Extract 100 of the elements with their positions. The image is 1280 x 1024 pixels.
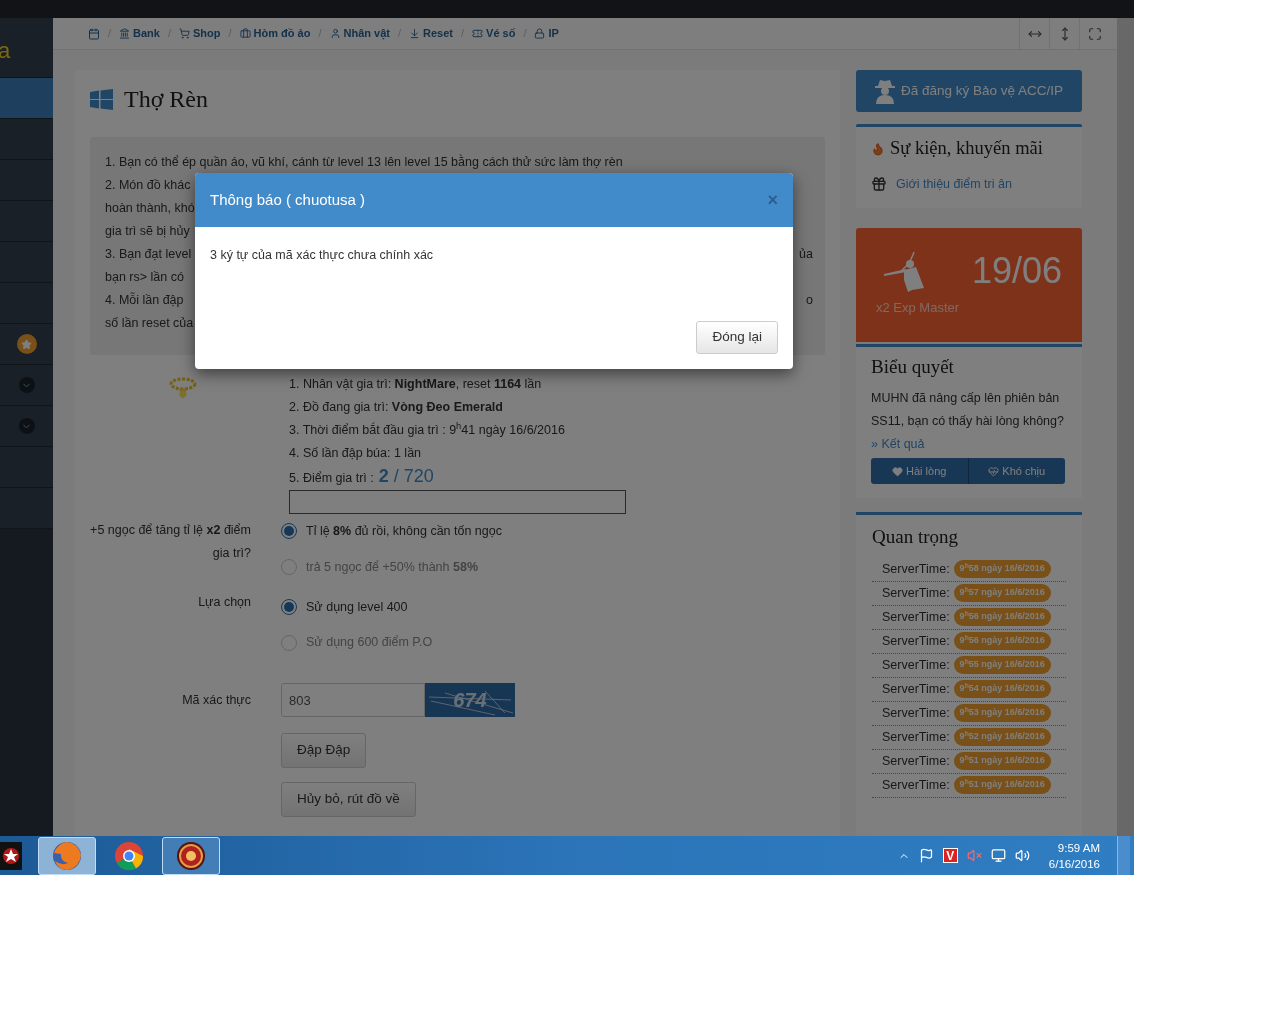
breadcrumb-link[interactable]: IP xyxy=(534,25,559,42)
chevron-down-icon xyxy=(18,377,35,393)
server-time-label: ServerTime: xyxy=(882,752,950,770)
rule-text: o xyxy=(806,292,813,309)
start-button[interactable] xyxy=(0,841,22,870)
time-badge: 9$^{h}$57 ngày 16/6/2016 xyxy=(953,584,1051,602)
protect-button[interactable]: Đã đăng ký Bảo vệ ACC/IP xyxy=(856,70,1082,112)
rule-text: hoàn thành, khó xyxy=(105,200,195,217)
server-time-label: ServerTime: xyxy=(882,728,950,746)
detail-line: 5. Điểm gia trì : xyxy=(289,470,374,487)
show-desktop-button[interactable] xyxy=(1117,836,1130,875)
download-icon xyxy=(409,28,421,39)
lock-icon xyxy=(534,28,546,39)
time-badge: 9$^{h}$53 ngày 16/6/2016 xyxy=(953,704,1051,722)
tray-icon[interactable]: V xyxy=(942,848,958,863)
option-label: +5 ngọc để tăng tỉ lệ x2 điểm gia trì? xyxy=(90,522,251,562)
option-text: Sử dụng level 400 xyxy=(306,598,408,616)
close-button[interactable]: × xyxy=(767,191,778,209)
rule-text: 3. Bạn đạt level xyxy=(105,246,192,263)
radio-button[interactable] xyxy=(281,523,297,540)
heart-icon xyxy=(892,465,904,477)
clock-date: 6/16/2016 xyxy=(1048,856,1100,872)
page-title: Thợ Rèn xyxy=(124,85,208,114)
events-link[interactable]: Giới thiệu điểm tri ân xyxy=(896,174,1012,194)
server-time-label: ServerTime: xyxy=(882,656,950,674)
hat-figure-icon xyxy=(874,78,896,104)
time-badge: 9$^{h}$56 ngày 16/6/2016 xyxy=(953,608,1051,626)
cart-icon xyxy=(179,28,191,39)
promo-caption: x2 Exp Master xyxy=(876,298,961,317)
option-text: trả 5 ngọc để +50% thành 58% xyxy=(306,558,479,576)
detail-line: 2. Đồ đang gia trì: Vòng Đeo Emerald xyxy=(289,399,504,416)
breadcrumb-separator: / xyxy=(108,26,112,42)
breadcrumb-link[interactable]: Bank xyxy=(119,25,160,42)
rule-text: gia trì sẽ bị hủy xyxy=(105,223,190,240)
score-value: 2 xyxy=(378,465,389,488)
breadcrumb-link[interactable]: Shop xyxy=(179,25,221,42)
option-text: Tỉ lệ 8% đủ rồi, không cần tốn ngọc xyxy=(306,523,502,540)
dialog-message: 3 ký tự của mã xác thực chưa chính xác xyxy=(209,247,435,264)
ticket-icon xyxy=(472,28,484,39)
network-icon[interactable] xyxy=(990,848,1006,863)
option-label: Lựa chọn xyxy=(197,593,251,611)
volume-icon[interactable] xyxy=(1014,848,1030,863)
windows-icon xyxy=(90,88,113,110)
action-button[interactable]: Hủy bỏ, rút đồ về xyxy=(281,782,416,817)
rule-text: bạn rs> lần có xyxy=(105,269,184,286)
breadcrumb-link[interactable]: Nhân vật xyxy=(329,25,390,42)
promo-date: 19/06 xyxy=(971,252,1062,289)
breadcrumb-link[interactable]: Hòm đồ ảo xyxy=(239,25,311,42)
breadcrumb-link[interactable]: Vé số xyxy=(472,25,516,42)
breadcrumb-separator: / xyxy=(318,26,322,42)
breadcrumb-separator: / xyxy=(523,26,527,42)
panel-title: Sự kiện, khuyến mãi xyxy=(890,137,1043,160)
time-badge: 9$^{h}$51 ngày 16/6/2016 xyxy=(953,752,1051,770)
server-time-label: ServerTime: xyxy=(882,560,950,578)
taskbar-app[interactable] xyxy=(162,836,220,875)
time-badge: 9$^{h}$51 ngày 16/6/2016 xyxy=(953,776,1051,794)
detail-line: 1. Nhân vật gia trì: NightMare, reset 1164 lần xyxy=(289,376,543,393)
clock-time: 9:59 AM xyxy=(1057,840,1100,856)
breadcrumb-separator: / xyxy=(461,26,465,42)
rule-text: ủa xyxy=(799,246,813,263)
detail-line: 4. Số lần đập búa: 1 lần xyxy=(289,445,423,462)
poll-option-button[interactable]: Hài lòng xyxy=(871,458,969,484)
sidebar-item[interactable] xyxy=(0,324,53,365)
server-time-label: ServerTime: xyxy=(882,680,950,698)
breadcrumb-link[interactable]: Reset xyxy=(409,25,453,42)
score-total: / 720 xyxy=(393,465,434,488)
time-badge: 9$^{h}$58 ngày 16/6/2016 xyxy=(953,560,1051,578)
fullscreen-icon[interactable] xyxy=(1087,26,1102,41)
panel-title: Quan trọng xyxy=(872,525,959,549)
radio-button[interactable] xyxy=(281,598,297,615)
time-badge: 9$^{h}$54 ngày 16/6/2016 xyxy=(953,680,1051,698)
time-badge: 9$^{h}$55 ngày 16/6/2016 xyxy=(953,656,1051,674)
server-time-label: ServerTime: xyxy=(882,776,950,794)
flag-icon[interactable] xyxy=(918,848,934,863)
captcha-label: Mã xác thực xyxy=(181,692,251,709)
rule-text: 4. Mỗi lần đập xyxy=(105,291,184,309)
poll-question: MUHN đã nâng cấp lên phiên bản SS11, bạn có thấy hài lòng không? » Kết quả xyxy=(871,390,1065,453)
poll-option-button[interactable]: Khó chịu xyxy=(968,458,1065,484)
server-time-label: ServerTime: xyxy=(882,608,950,626)
sidebar-item[interactable] xyxy=(0,78,53,119)
option-text: Sử dụng 600 điểm P.O xyxy=(306,634,433,652)
browser-icon xyxy=(114,840,144,871)
muted-speaker-icon[interactable] xyxy=(966,848,982,863)
panel-title: Biểu quyết xyxy=(871,354,955,379)
server-time-label: ServerTime: xyxy=(882,632,950,650)
captcha-input[interactable]: 803 xyxy=(281,683,425,717)
gift-icon xyxy=(871,176,887,193)
breadcrumb-separator: / xyxy=(397,26,402,42)
breadcrumb-separator: / xyxy=(228,26,232,42)
time-badge: 9$^{h}$52 ngày 16/6/2016 xyxy=(953,728,1051,746)
rule-text: 1. Bạn có thể ép quần áo, vũ khí, cánh từ level 13 lên level 15 bằng cách thử sức làm thợ rèn xyxy=(105,153,623,171)
close-dialog-button[interactable]: Đóng lại xyxy=(696,321,778,354)
calendar-icon[interactable] xyxy=(88,27,100,40)
results-link[interactable]: » Kết quả xyxy=(871,437,925,451)
time-badge: 9$^{h}$56 ngày 16/6/2016 xyxy=(953,632,1051,650)
taskbar-app[interactable] xyxy=(38,836,96,875)
dialog-title: Thông báo ( chuotusa ) xyxy=(210,189,366,210)
breadcrumb-separator: / xyxy=(167,26,172,42)
action-button[interactable]: Đập Đập xyxy=(281,733,367,768)
flame-icon xyxy=(871,141,885,156)
